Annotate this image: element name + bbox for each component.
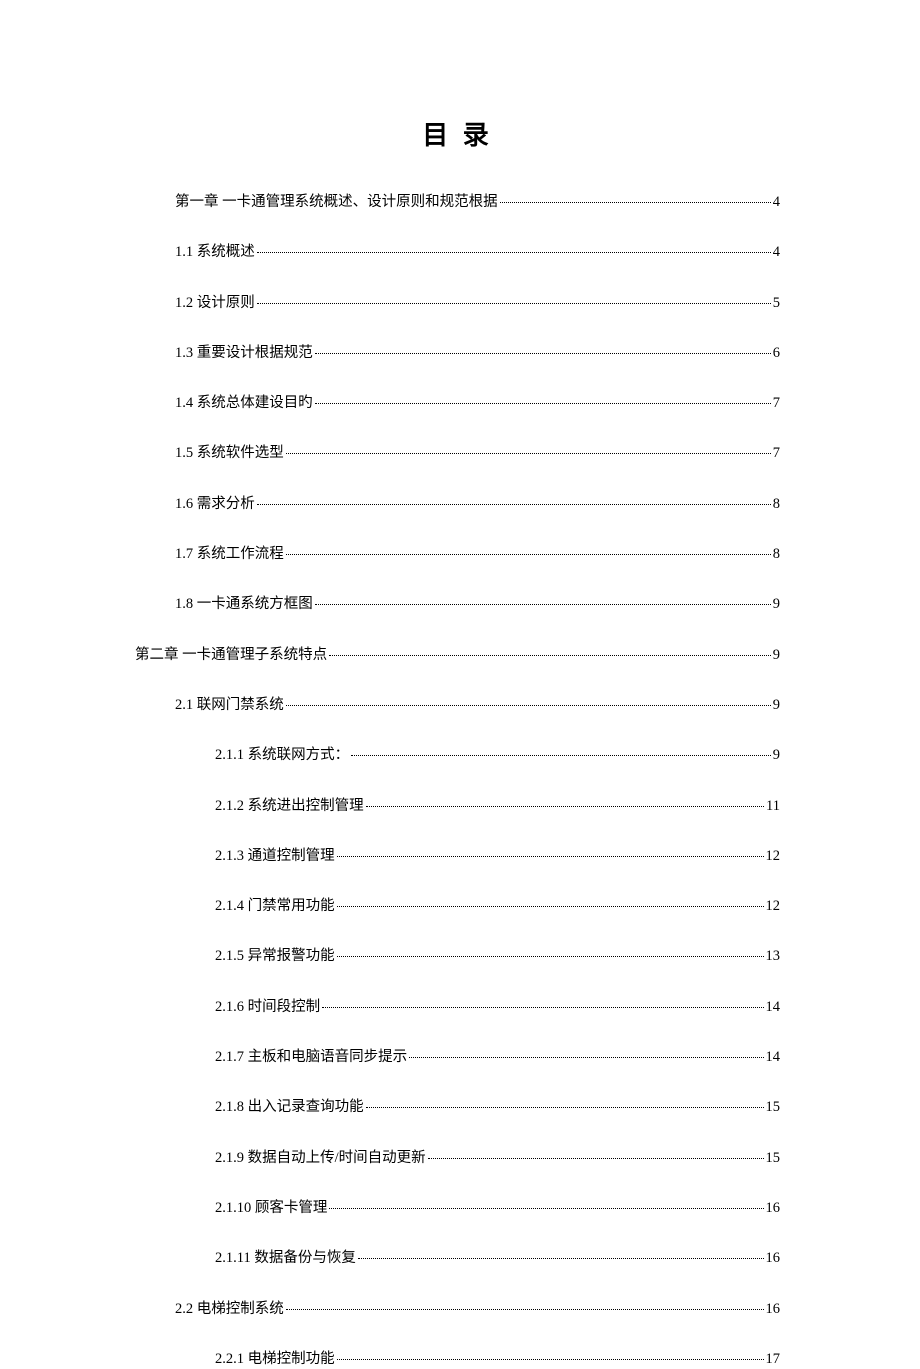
toc-entry[interactable]: 2.1.5 异常报警功能 13 xyxy=(135,946,780,966)
toc-entry-label: 2.1.5 异常报警功能 xyxy=(215,946,335,966)
toc-entry[interactable]: 2.1.2 系统进出控制管理 11 xyxy=(135,796,780,816)
toc-entry-label: 1.6 需求分析 xyxy=(175,494,255,514)
toc-entry[interactable]: 2.1.4 门禁常用功能 12 xyxy=(135,896,780,916)
toc-entry-page: 15 xyxy=(766,1148,781,1168)
toc-entry-page: 14 xyxy=(766,1047,781,1067)
toc-leader-dots xyxy=(286,705,771,706)
toc-entry-page: 4 xyxy=(773,192,780,212)
toc-entry[interactable]: 1.7 系统工作流程 8 xyxy=(135,544,780,564)
toc-list: 第一章 一卡通管理系统概述、设计原则和规范根据 4 1.1 系统概述 4 1.2 设计… xyxy=(135,192,780,1369)
toc-leader-dots xyxy=(409,1057,763,1058)
toc-entry[interactable]: 第一章 一卡通管理系统概述、设计原则和规范根据 4 xyxy=(135,192,780,212)
toc-leader-dots xyxy=(366,806,764,807)
toc-leader-dots xyxy=(337,1359,764,1360)
toc-entry-page: 12 xyxy=(766,896,781,916)
toc-entry-page: 8 xyxy=(773,494,780,514)
toc-entry-label: 2.1.9 数据自动上传/时间自动更新 xyxy=(215,1148,426,1168)
toc-entry[interactable]: 2.1.9 数据自动上传/时间自动更新 15 xyxy=(135,1148,780,1168)
toc-leader-dots xyxy=(500,202,771,203)
toc-entry[interactable]: 1.6 需求分析 8 xyxy=(135,494,780,514)
toc-entry-page: 15 xyxy=(766,1097,781,1117)
toc-entry-label: 1.8 一卡通系统方框图 xyxy=(175,594,313,614)
toc-leader-dots xyxy=(315,353,771,354)
toc-leader-dots xyxy=(315,403,771,404)
toc-entry-page: 9 xyxy=(773,745,780,765)
toc-entry-page: 5 xyxy=(773,293,780,313)
toc-entry[interactable]: 1.5 系统软件选型 7 xyxy=(135,443,780,463)
toc-leader-dots xyxy=(315,604,771,605)
toc-entry-page: 9 xyxy=(773,594,780,614)
toc-entry-label: 1.4 系统总体建设目旳 xyxy=(175,393,313,413)
toc-leader-dots xyxy=(337,956,764,957)
toc-entry-label: 1.3 重要设计根据规范 xyxy=(175,343,313,363)
toc-entry[interactable]: 1.2 设计原则 5 xyxy=(135,293,780,313)
toc-leader-dots xyxy=(286,554,771,555)
toc-leader-dots xyxy=(358,1258,764,1259)
toc-entry-page: 4 xyxy=(773,242,780,262)
toc-entry-page: 11 xyxy=(766,796,780,816)
toc-entry[interactable]: 2.1.6 时间段控制 14 xyxy=(135,997,780,1017)
toc-entry-page: 13 xyxy=(766,946,781,966)
toc-entry-label: 第二章 一卡通管理子系统特点 xyxy=(135,645,327,665)
document-page: 目 录 第一章 一卡通管理系统概述、设计原则和规范根据 41.1 系统概述41.… xyxy=(0,0,920,1369)
toc-entry[interactable]: 1.1 系统概述 4 xyxy=(135,242,780,262)
toc-leader-dots xyxy=(257,504,771,505)
toc-entry[interactable]: 2.1 联网门禁系统 9 xyxy=(135,695,780,715)
toc-entry-label: 1.7 系统工作流程 xyxy=(175,544,284,564)
toc-entry[interactable]: 2.1.7 主板和电脑语音同步提示 14 xyxy=(135,1047,780,1067)
toc-entry-label: 第一章 一卡通管理系统概述、设计原则和规范根据 xyxy=(175,192,498,212)
toc-title: 目 录 xyxy=(135,115,780,152)
toc-entry-page: 17 xyxy=(766,1349,781,1369)
toc-entry-page: 16 xyxy=(766,1248,781,1268)
toc-leader-dots xyxy=(286,453,771,454)
toc-entry[interactable]: 2.1.11 数据备份与恢复 16 xyxy=(135,1248,780,1268)
toc-entry[interactable]: 1.8 一卡通系统方框图 9 xyxy=(135,594,780,614)
toc-entry[interactable]: 2.1.3 通道控制管理 12 xyxy=(135,846,780,866)
toc-entry[interactable]: 2.1.8 出入记录查询功能 15 xyxy=(135,1097,780,1117)
toc-entry[interactable]: 1.3 重要设计根据规范 6 xyxy=(135,343,780,363)
toc-entry-page: 12 xyxy=(766,846,781,866)
toc-leader-dots xyxy=(286,1309,764,1310)
toc-entry-label: 2.1 联网门禁系统 xyxy=(175,695,284,715)
toc-entry-label: 2.1.11 数据备份与恢复 xyxy=(215,1248,356,1268)
toc-entry-label: 2.1.10 顾客卡管理 xyxy=(215,1198,327,1218)
toc-leader-dots xyxy=(337,856,764,857)
toc-entry-page: 14 xyxy=(766,997,781,1017)
toc-entry-label: 1.1 系统概述 xyxy=(175,242,255,262)
toc-leader-dots xyxy=(322,1007,763,1008)
toc-leader-dots xyxy=(257,252,771,253)
toc-entry-page: 8 xyxy=(773,544,780,564)
toc-leader-dots xyxy=(329,1208,763,1209)
toc-leader-dots xyxy=(337,906,764,907)
toc-entry-page: 7 xyxy=(773,393,780,413)
toc-leader-dots xyxy=(329,655,771,656)
toc-entry-label: 2.1.6 时间段控制 xyxy=(215,997,320,1017)
toc-entry-page: 9 xyxy=(773,645,780,665)
toc-entry[interactable]: 第二章 一卡通管理子系统特点 9 xyxy=(135,645,780,665)
toc-entry-label: 2.1.1 系统联网方式： xyxy=(215,745,349,765)
toc-entry[interactable]: 1.4 系统总体建设目旳 7 xyxy=(135,393,780,413)
toc-leader-dots xyxy=(257,303,771,304)
toc-entry-label: 2.1.4 门禁常用功能 xyxy=(215,896,335,916)
toc-leader-dots xyxy=(366,1107,764,1108)
toc-entry[interactable]: 2.1.10 顾客卡管理 16 xyxy=(135,1198,780,1218)
toc-entry-label: 1.5 系统软件选型 xyxy=(175,443,284,463)
toc-entry[interactable]: 2.2.1 电梯控制功能 17 xyxy=(135,1349,780,1369)
toc-entry-label: 2.1.2 系统进出控制管理 xyxy=(215,796,364,816)
toc-entry-label: 2.1.3 通道控制管理 xyxy=(215,846,335,866)
toc-entry-page: 16 xyxy=(766,1198,781,1218)
toc-entry-label: 2.1.8 出入记录查询功能 xyxy=(215,1097,364,1117)
toc-entry-label: 2.1.7 主板和电脑语音同步提示 xyxy=(215,1047,407,1067)
toc-entry[interactable]: 2.1.1 系统联网方式： 9 xyxy=(135,745,780,765)
toc-leader-dots xyxy=(351,755,771,756)
toc-leader-dots xyxy=(428,1158,764,1159)
toc-entry-page: 6 xyxy=(773,343,780,363)
toc-entry-label: 1.2 设计原则 xyxy=(175,293,255,313)
toc-entry-label: 2.2.1 电梯控制功能 xyxy=(215,1349,335,1369)
toc-entry-page: 7 xyxy=(773,443,780,463)
toc-entry-page: 9 xyxy=(773,695,780,715)
